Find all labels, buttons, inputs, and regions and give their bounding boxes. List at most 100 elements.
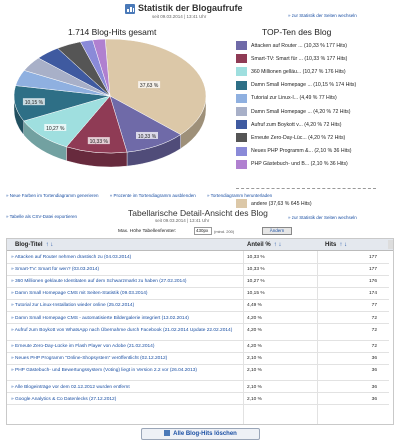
legend-swatch xyxy=(236,146,247,156)
col-header-title[interactable]: Blog-Titel ↑ ↓ xyxy=(15,242,53,248)
table-row: » 360 Millionen geklaute Identitaten auf… xyxy=(7,276,389,288)
row-share: 10,33 % xyxy=(247,267,265,273)
row-share: 4,20 % xyxy=(247,327,262,333)
hits-table: Blog-Titel ↑ ↓ Anteil % ↑ ↓ Hits ↑ ↓ » Atta… xyxy=(6,238,394,425)
table-row: » Neues PHP Programm "Online-Shopsystem"… xyxy=(7,353,389,365)
legend-label: Smart-TV: Smart für ... (10,33 % 177 Hit… xyxy=(251,55,348,62)
change-height-button[interactable]: Ändern xyxy=(262,227,292,235)
sort-arrows-share[interactable]: ↑ ↓ xyxy=(274,242,282,248)
legend-item: Neues PHP Programm &... (2,10 % 36 Hits) xyxy=(236,146,352,157)
table-title: Tabellarische Detail-Ansicht des Blog xyxy=(128,208,268,218)
chart-title: 1.714 Blog-Hits gesamt xyxy=(68,27,157,37)
table-row: » Alle Blogeinträge vor dem 02.12.2012 w… xyxy=(7,382,389,394)
table-height-label: Max. Höhe Tabellenfenster: xyxy=(118,229,177,234)
row-title-link[interactable]: » Erneute Zero-Day-Lücke im Flash Player… xyxy=(11,344,247,350)
table-height-input[interactable]: 430px xyxy=(194,227,212,235)
legend-item: Smart-TV: Smart für ... (10,33 % 177 Hit… xyxy=(236,53,347,64)
legend-item: 360 Millionen gelläu... (10,27 % 176 Hit… xyxy=(236,66,346,77)
legend-item: Aufruf zum Boykott v... (4,20 % 72 Hits) xyxy=(236,119,341,130)
row-title-link[interactable]: » Alle Blogeinträge vor dem 02.12.2012 w… xyxy=(11,385,247,391)
legend-swatch xyxy=(236,93,247,103)
legend-label: PHP Gästebuch- und B... (2,10 % 36 Hits) xyxy=(251,161,348,168)
table-subtitle: seit 09.03.2014 | 13:41 Uhr xyxy=(155,218,210,223)
row-title-link[interactable]: » PHP Gästebuch- und Bewertungssystem (V… xyxy=(11,368,247,374)
row-share: 2,10 % xyxy=(247,368,262,374)
legend-swatch xyxy=(236,199,247,208)
legend-title: TOP-Ten des Blog xyxy=(262,27,332,37)
new-colors-link[interactable]: » Neue Farben im Tortendiagramm generier… xyxy=(6,193,98,198)
row-hits: 77 xyxy=(371,303,377,309)
row-hits: 177 xyxy=(368,267,377,273)
table-row: » Google Analytics & Co Datenlecks (27.1… xyxy=(7,394,389,406)
row-title-link[interactable]: » Attacken auf Router nehmen drastisch z… xyxy=(11,255,247,261)
sort-arrows-title[interactable]: ↑ ↓ xyxy=(46,242,54,248)
table-row: » PHP Gästebuch- und Bewertungssystem (V… xyxy=(7,365,389,382)
chart-links: » Neue Farben im Tortendiagramm generier… xyxy=(6,193,282,198)
table-height-hint: (mind. 200) xyxy=(214,229,235,234)
row-share: 4,20 % xyxy=(247,315,262,321)
pie-data-label: 37,63 % xyxy=(140,83,159,89)
hide-percent-link[interactable]: » Prozente im Tortendiagramm ausblenden xyxy=(110,193,196,198)
table-row: » Smart-TV: Smart für wen? (03.03.2014) 1… xyxy=(7,264,389,276)
row-hits: 36 xyxy=(371,384,377,390)
row-hits: 72 xyxy=(371,327,377,333)
row-share: 4,49 % xyxy=(247,303,262,309)
row-share: 2,10 % xyxy=(247,384,262,390)
row-hits: 177 xyxy=(368,255,377,260)
row-hits: 176 xyxy=(368,279,377,285)
row-hits: 36 xyxy=(371,356,377,362)
table-row: » Tutorial zur Linux-Installation wieder… xyxy=(7,300,389,312)
row-share: 10,33 % xyxy=(247,255,265,260)
legend-label: 360 Millionen gelläu... (10,27 % 176 Hit… xyxy=(251,68,346,75)
legend-label: Tutorial zur Linux-I... (4,49 % 77 Hits) xyxy=(251,95,337,102)
pie-data-label: 10,15 % xyxy=(25,100,44,106)
row-title-link[interactable]: » Smart-TV: Smart für wen? (03.03.2014) xyxy=(11,267,247,273)
table-row: » Aufruf zum Boykott von WhatsApp nach Ü… xyxy=(7,325,389,341)
row-hits: 36 xyxy=(371,396,377,402)
row-title-link[interactable]: » Damn Small Homepage CMS - automatisier… xyxy=(11,316,247,322)
legend-swatch xyxy=(236,159,247,169)
row-title-link[interactable]: » 360 Millionen geklaute Identitaten auf… xyxy=(11,279,247,285)
row-title-link[interactable]: » Aufruf zum Boykott von WhatsApp nach Ü… xyxy=(11,328,247,334)
sort-arrows-hits[interactable]: ↑ ↓ xyxy=(339,242,347,248)
legend-label: Damn Small Homepage ... (10,15 % 174 Hit… xyxy=(251,82,357,89)
legend-swatch xyxy=(236,67,247,77)
legend-label: Attacken auf Router ... (10,33 % 177 Hit… xyxy=(251,42,348,49)
legend-swatch xyxy=(236,120,247,130)
table-row: » Damn Small Homepage CMS - automatisier… xyxy=(7,313,389,324)
scrollbar-up-arrow[interactable] xyxy=(388,240,393,249)
delete-icon xyxy=(164,430,171,436)
pie-data-label: 10,27 % xyxy=(46,126,65,132)
download-chart-link[interactable]: » Tortendiagramm herunterladen xyxy=(207,193,272,198)
legend-item: Damn Small Homepage ... (4,20 % 72 Hits) xyxy=(236,106,350,117)
row-hits: 174 xyxy=(368,291,377,297)
table-row: » Erneute Zero-Day-Lücke im Flash Player… xyxy=(7,341,389,353)
row-title-link[interactable]: » Tutorial zur Linux-Installation wieder… xyxy=(11,303,247,309)
legend-item: Erneute Zero-Day-Lüc... (4,20 % 72 Hits) xyxy=(236,132,345,143)
delete-all-hits-button[interactable]: Alle Blog-Hits löschen xyxy=(141,428,260,440)
table-switch-link[interactable]: » zur Statistik der Seiten wechseln xyxy=(288,215,357,220)
legend-item: PHP Gästebuch- und B... (2,10 % 36 Hits) xyxy=(236,159,348,170)
col-header-share[interactable]: Anteil % ↑ ↓ xyxy=(247,242,281,248)
legend-swatch xyxy=(236,133,247,143)
table-row: » Damn Small Homepage CMS mit Seiten-Sta… xyxy=(7,288,389,300)
row-title-link[interactable]: » Google Analytics & Co Datenlecks (27.1… xyxy=(11,397,247,403)
row-share: 2,10 % xyxy=(247,356,262,362)
col-header-hits[interactable]: Hits ↑ ↓ xyxy=(325,242,347,248)
row-share: 10,15 % xyxy=(247,291,265,297)
legend-item: Tutorial zur Linux-I... (4,49 % 77 Hits) xyxy=(236,93,337,104)
legend-swatch xyxy=(236,54,247,64)
legend-item: Attacken auf Router ... (10,33 % 177 Hit… xyxy=(236,40,347,51)
row-title-link[interactable]: » Damn Small Homepage CMS mit Seiten-Sta… xyxy=(11,291,247,297)
table-header: Blog-Titel ↑ ↓ Anteil % ↑ ↓ Hits ↑ ↓ xyxy=(7,239,393,251)
legend-divider xyxy=(236,188,376,189)
row-title-link[interactable]: » Neues PHP Programm "Online-Shopsystem"… xyxy=(11,356,247,362)
export-csv-link[interactable]: » Tabelle als CSV-Datei exportieren xyxy=(6,214,77,219)
legend-swatch xyxy=(236,41,247,50)
row-hits: 72 xyxy=(371,315,377,321)
row-hits: 72 xyxy=(371,344,377,350)
legend-item: Damn Small Homepage ... (10,15 % 174 Hit… xyxy=(236,80,356,91)
pie-data-label: 10,33 % xyxy=(138,134,157,140)
legend-label: andere (37,63 % 645 Hits) xyxy=(251,200,312,207)
row-share: 2,10 % xyxy=(247,396,262,402)
